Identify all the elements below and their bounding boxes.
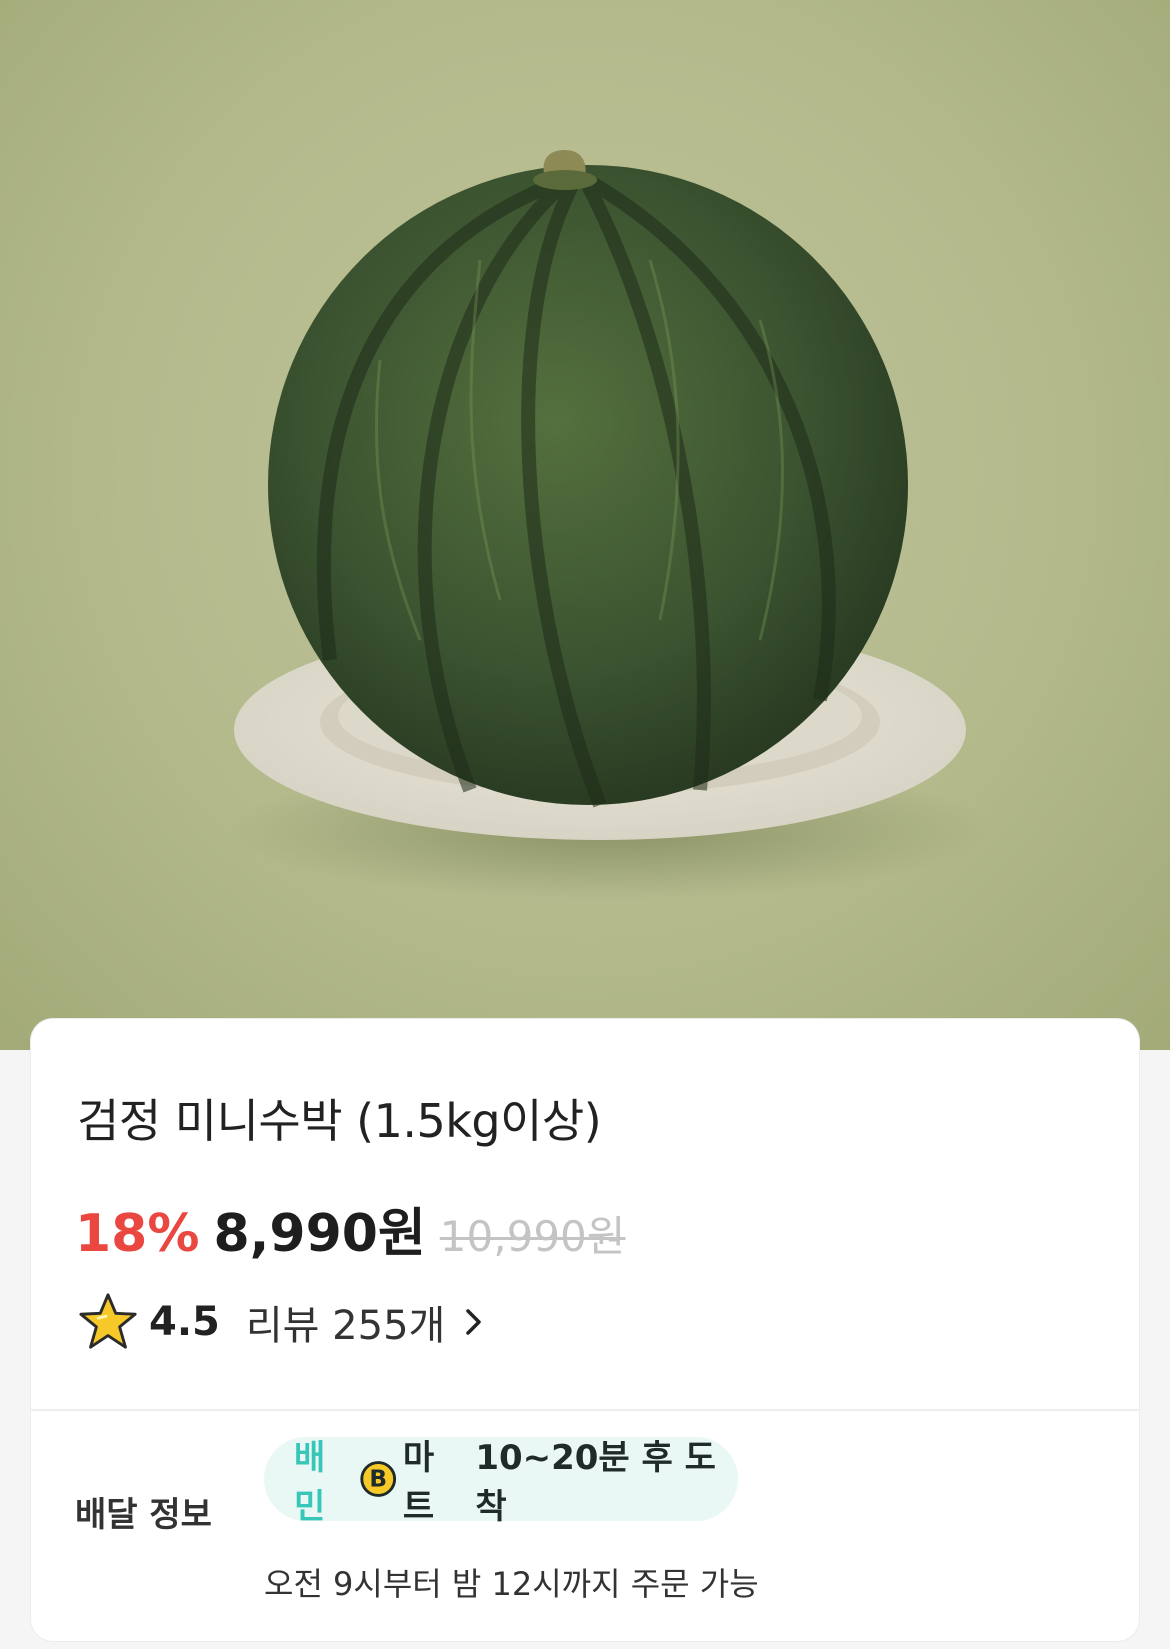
price-row: 18% 8,990원 10,990원	[75, 1191, 625, 1266]
divider	[31, 1409, 1139, 1411]
svg-text:B: B	[370, 1466, 388, 1493]
delivery-eta: 10~20분 후 도착	[475, 1438, 716, 1527]
product-info-card: 검정 미니수박 (1.5kg이상) 18% 8,990원 10,990원 4.5…	[31, 1019, 1139, 1641]
order-hours: 오전 9시부터 밤 12시까지 주문 가능	[264, 1565, 759, 1603]
sale-price: 8,990원	[213, 1204, 426, 1264]
product-image[interactable]	[0, 0, 1170, 1050]
star-icon	[79, 1293, 137, 1349]
discount-rate: 18%	[75, 1204, 200, 1264]
delivery-badge: 배민 B 마트 10~20분 후 도착	[264, 1437, 738, 1527]
watermelon-illustration	[230, 150, 990, 900]
rating-score: 4.5	[149, 1299, 220, 1345]
chevron-right-icon[interactable]	[463, 1307, 485, 1337]
product-title: 검정 미니수박 (1.5kg이상)	[77, 1094, 602, 1148]
delivery-info-label: 배달 정보	[75, 1495, 212, 1535]
brand-prefix: 배민	[294, 1438, 326, 1527]
b-mart-logo-icon: B	[360, 1461, 397, 1497]
product-detail-page: 검정 미니수박 (1.5kg이상) 18% 8,990원 10,990원 4.5…	[0, 0, 1170, 1649]
original-price: 10,990원	[439, 1212, 626, 1261]
review-count-link[interactable]: 리뷰 255개	[246, 1293, 445, 1351]
rating-row[interactable]: 4.5 리뷰 255개	[77, 1291, 485, 1353]
brand-suffix: 마트	[402, 1438, 435, 1527]
